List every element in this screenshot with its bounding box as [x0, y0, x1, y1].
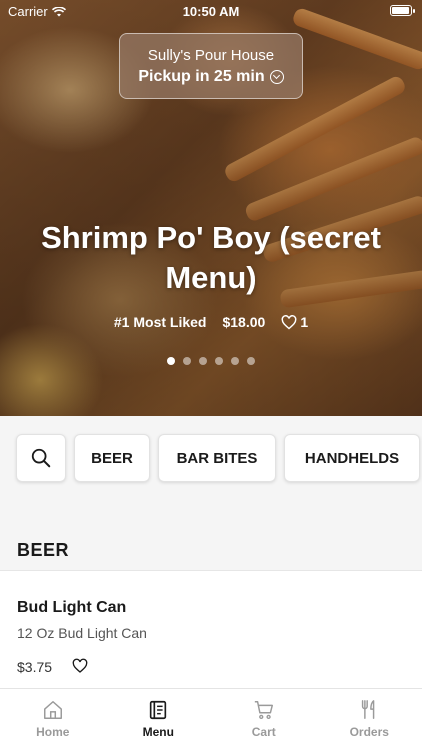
- likes-count: 1: [300, 314, 309, 330]
- tab-label: Menu: [142, 725, 174, 739]
- store-selector[interactable]: Sully's Pour House Pickup in 25 min: [119, 33, 303, 99]
- carousel-dot[interactable]: [199, 357, 207, 365]
- featured-hero[interactable]: Carrier 10:50 AM Sully's Pour House Pick…: [0, 0, 422, 416]
- tab-label: Orders: [349, 725, 389, 739]
- battery-level: [392, 7, 409, 14]
- pickup-label: Pickup in 25 min: [138, 68, 265, 85]
- carousel-dot[interactable]: [231, 357, 239, 365]
- status-bar: Carrier 10:50 AM: [0, 0, 422, 22]
- tab-bar: Home Menu Cart Orders: [0, 688, 422, 750]
- featured-likes[interactable]: 1: [281, 314, 308, 330]
- featured-badge: #1 Most Liked: [113, 314, 207, 330]
- pickup-time: Pickup in 25 min: [120, 68, 302, 86]
- item-price: $3.75: [17, 659, 53, 675]
- chevron-down-icon: [269, 70, 284, 84]
- category-handhelds[interactable]: HANDHELDS: [284, 434, 420, 482]
- section-title: BEER: [17, 540, 70, 560]
- category-beer[interactable]: BEER: [74, 434, 150, 482]
- store-name: Sully's Pour House: [147, 47, 275, 64]
- tab-orders[interactable]: Orders: [317, 689, 422, 750]
- carousel-dots[interactable]: [0, 357, 422, 365]
- tab-label: Cart: [251, 725, 276, 739]
- fork-knife-icon: [362, 700, 375, 719]
- home-icon: [43, 701, 62, 719]
- featured-price: $18.00: [222, 314, 266, 330]
- heart-icon: [281, 314, 297, 329]
- clock: 10:50 AM: [182, 4, 240, 19]
- menu-icon: [150, 700, 167, 720]
- category-bar-bites[interactable]: BAR BITES: [158, 434, 276, 482]
- tab-label: Home: [36, 725, 70, 739]
- section-header: BEER: [0, 500, 422, 570]
- tab-home[interactable]: Home: [0, 689, 106, 750]
- tab-menu[interactable]: Menu: [106, 689, 212, 750]
- category-bar: BEER BAR BITES HANDHELDS: [0, 416, 422, 500]
- carousel-dot[interactable]: [247, 357, 255, 365]
- carousel-dot[interactable]: [167, 357, 175, 365]
- featured-meta: #1 Most Liked $18.00 1: [0, 314, 422, 330]
- cart-icon: [254, 701, 273, 720]
- heart-icon[interactable]: [72, 658, 88, 674]
- item-description: 12 Oz Bud Light Can: [17, 625, 147, 641]
- item-name: Bud Light Can: [17, 599, 127, 616]
- search-icon: [31, 448, 51, 468]
- menu-item[interactable]: Bud Light Can 12 Oz Bud Light Can $3.75: [0, 570, 422, 688]
- battery-icon: [390, 5, 415, 16]
- featured-title: Shrimp Po' Boy (secret Menu): [41, 220, 381, 295]
- carousel-dot[interactable]: [183, 357, 191, 365]
- carousel-dot[interactable]: [215, 357, 223, 365]
- search-button[interactable]: [16, 434, 66, 482]
- tab-cart[interactable]: Cart: [211, 689, 317, 750]
